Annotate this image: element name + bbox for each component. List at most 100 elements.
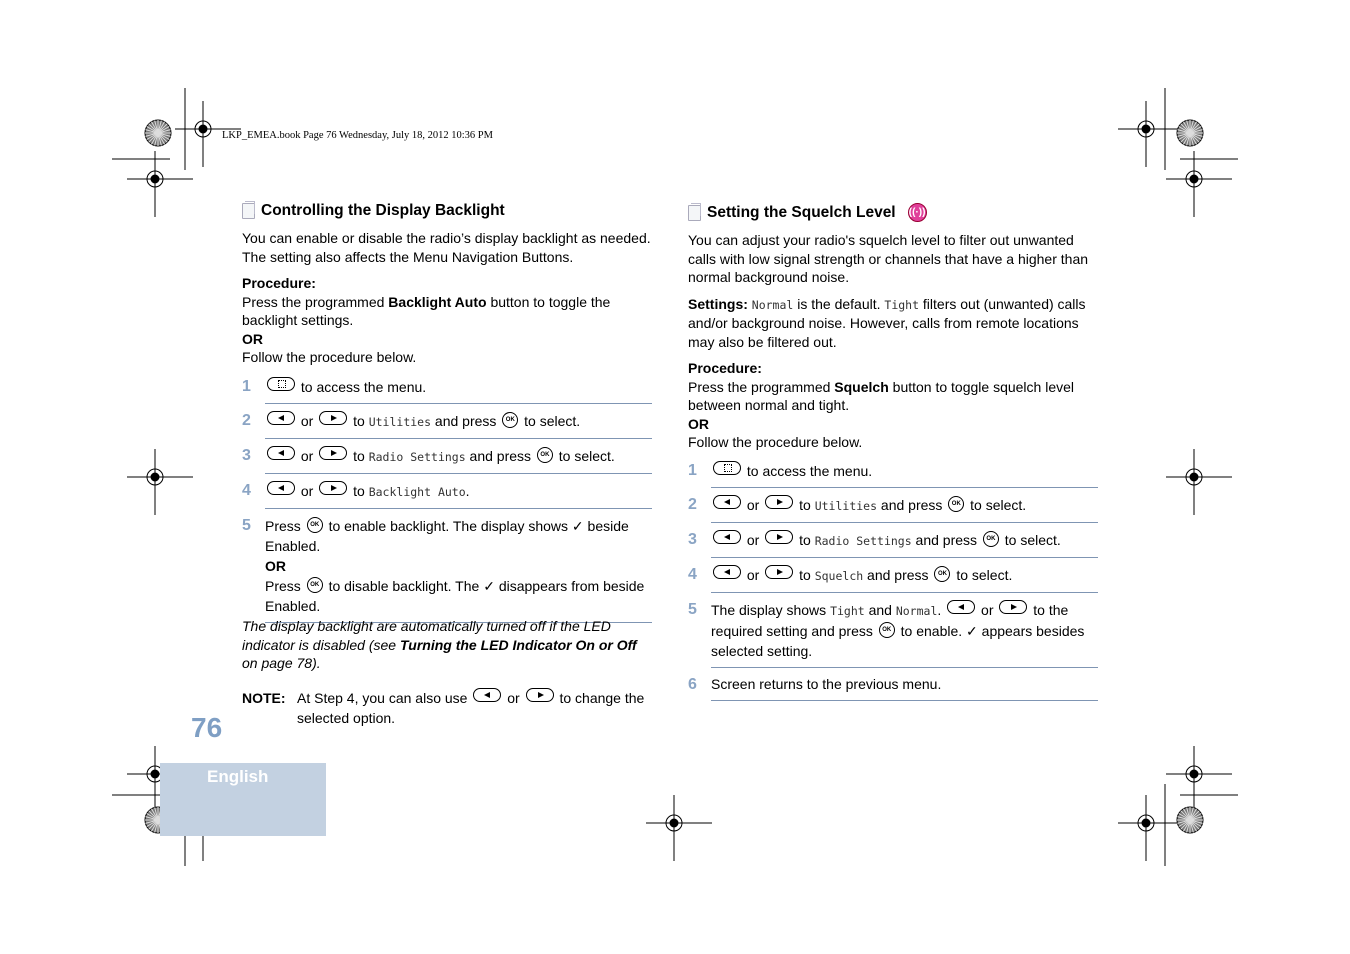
text: or	[743, 497, 764, 513]
step-number: 2	[242, 412, 251, 429]
text: Settings:	[688, 295, 752, 312]
paragraph: Follow the procedure below.	[688, 433, 1098, 452]
title-text: Setting the Squelch Level	[707, 203, 896, 221]
text: Squelch	[834, 378, 889, 395]
text: OR	[688, 415, 709, 432]
menu-button-icon	[267, 377, 295, 391]
right-arrow-button-icon	[319, 446, 348, 460]
text: Procedure:	[242, 275, 316, 291]
display-text: Utilities	[814, 499, 878, 513]
text: and press	[465, 448, 535, 464]
text: to access the menu.	[743, 463, 873, 479]
step-text: or to Squelch and press OK to select.	[711, 565, 1098, 593]
backlight-intro: You can enable or disable the radio’s di…	[242, 229, 652, 367]
display-text: Utilities	[368, 415, 432, 429]
paragraph: Press the programmed Squelch button to t…	[688, 378, 1098, 415]
step-text: The display shows Tight and Normal. or t…	[711, 600, 1098, 668]
paragraph: Settings: Normal is the default. Tight f…	[688, 295, 1098, 352]
step-number: 6	[688, 676, 697, 693]
display-text: Radio Settings	[368, 450, 466, 464]
step-number: 5	[242, 517, 251, 534]
step-text: Screen returns to the previous menu.	[711, 675, 1098, 701]
procedure-step: 1 to access the menu.	[242, 370, 652, 404]
step-text: or to Backlight Auto.	[265, 481, 652, 509]
left-arrow-button-icon	[947, 600, 976, 614]
paragraph: You can adjust your radio's squelch leve…	[688, 231, 1098, 287]
display-text: Tight	[884, 297, 920, 312]
procedure-step: 4 or to Backlight Auto.	[242, 474, 652, 509]
text: Turning the LED Indicator On or Off	[399, 636, 637, 653]
section-title-backlight: Controlling the Display Backlight	[242, 201, 505, 220]
text: and press	[431, 413, 501, 429]
text: to	[349, 483, 369, 499]
left-arrow-button-icon	[267, 446, 295, 460]
right-arrow-button-icon	[999, 600, 1028, 614]
step-number: 4	[242, 482, 251, 499]
text: and	[864, 602, 896, 618]
paragraph: Procedure:	[688, 359, 1098, 378]
procedure-step: 4 or to Squelch and press OK to select.	[688, 558, 1098, 593]
text: You can enable or disable the radio’s di…	[242, 230, 651, 265]
text: to	[349, 448, 369, 464]
left-arrow-button-icon	[267, 411, 295, 425]
procedure-step: 2 or to Utilities and press OK to select…	[242, 404, 652, 439]
text: to select.	[952, 567, 1013, 583]
display-text: Squelch	[814, 569, 864, 583]
step-text: Press OK to enable backlight. The displa…	[265, 516, 652, 623]
text: to select.	[520, 413, 581, 429]
menu-button-icon	[713, 461, 741, 475]
step-number: 2	[688, 496, 697, 513]
ok-button-icon: OK	[306, 517, 323, 533]
title-text: Controlling the Display Backlight	[261, 202, 505, 219]
right-arrow-button-icon	[765, 530, 794, 544]
text: or	[297, 483, 318, 499]
backlight-italic-note: The display backlight are automatically …	[242, 617, 652, 673]
note-label: NOTE:	[242, 690, 286, 706]
text: to select.	[554, 448, 615, 464]
text: or	[977, 602, 998, 618]
paragraph: Procedure:	[242, 274, 652, 293]
display-text: Radio Settings	[814, 534, 912, 548]
text: You can adjust your radio's squelch leve…	[688, 232, 1089, 285]
left-arrow-button-icon	[713, 495, 741, 509]
step-text: or to Utilities and press OK to select.	[265, 411, 652, 439]
step-number: 3	[242, 447, 251, 464]
text: .	[465, 483, 470, 499]
text: At Step 4, you can also use	[297, 690, 472, 706]
text: or	[297, 413, 318, 429]
language-tab: English	[160, 763, 326, 836]
text: to	[795, 497, 815, 513]
note-icon	[688, 202, 701, 221]
text: is the default.	[793, 295, 885, 312]
text: Follow the procedure below.	[242, 349, 417, 365]
right-arrow-button-icon	[765, 495, 794, 509]
procedure-step: 3 or to Radio Settings and press OK to s…	[242, 439, 652, 474]
step-number: 1	[242, 378, 251, 395]
text: Follow the procedure below.	[688, 434, 863, 450]
step-text: to access the menu.	[265, 377, 652, 404]
right-arrow-button-icon	[319, 481, 348, 495]
text: to select.	[1000, 532, 1061, 548]
squelch-feature-icon: ((·))	[907, 203, 927, 222]
note-icon	[242, 201, 255, 219]
print-header: LKP_EMEA.book Page 76 Wednesday, July 18…	[222, 130, 493, 141]
squelch-intro: You can adjust your radio's squelch leve…	[688, 231, 1098, 452]
display-text: Backlight Auto	[368, 485, 466, 499]
right-arrow-button-icon	[525, 688, 554, 702]
text: to	[349, 413, 369, 429]
note-text: At Step 4, you can also use or to change…	[297, 688, 652, 728]
step-number: 1	[688, 462, 697, 479]
step-text: or to Radio Settings and press OK to sel…	[265, 446, 652, 474]
text: The display shows	[711, 602, 831, 618]
section-title-squelch: Setting the Squelch Level ((·))	[688, 202, 927, 222]
text: Procedure:	[688, 360, 762, 376]
ok-button-icon: OK	[948, 496, 965, 512]
squelch-steps: 1 to access the menu. 2 or to Utilities a…	[688, 454, 1098, 701]
text: on page 78).	[242, 655, 321, 671]
left-arrow-button-icon	[713, 565, 741, 579]
text: Backlight Auto	[388, 293, 487, 310]
procedure-step: 6 Screen returns to the previous menu.	[688, 668, 1098, 701]
ok-button-icon: OK	[878, 622, 895, 638]
text: to select.	[966, 497, 1027, 513]
text: and press	[863, 567, 933, 583]
